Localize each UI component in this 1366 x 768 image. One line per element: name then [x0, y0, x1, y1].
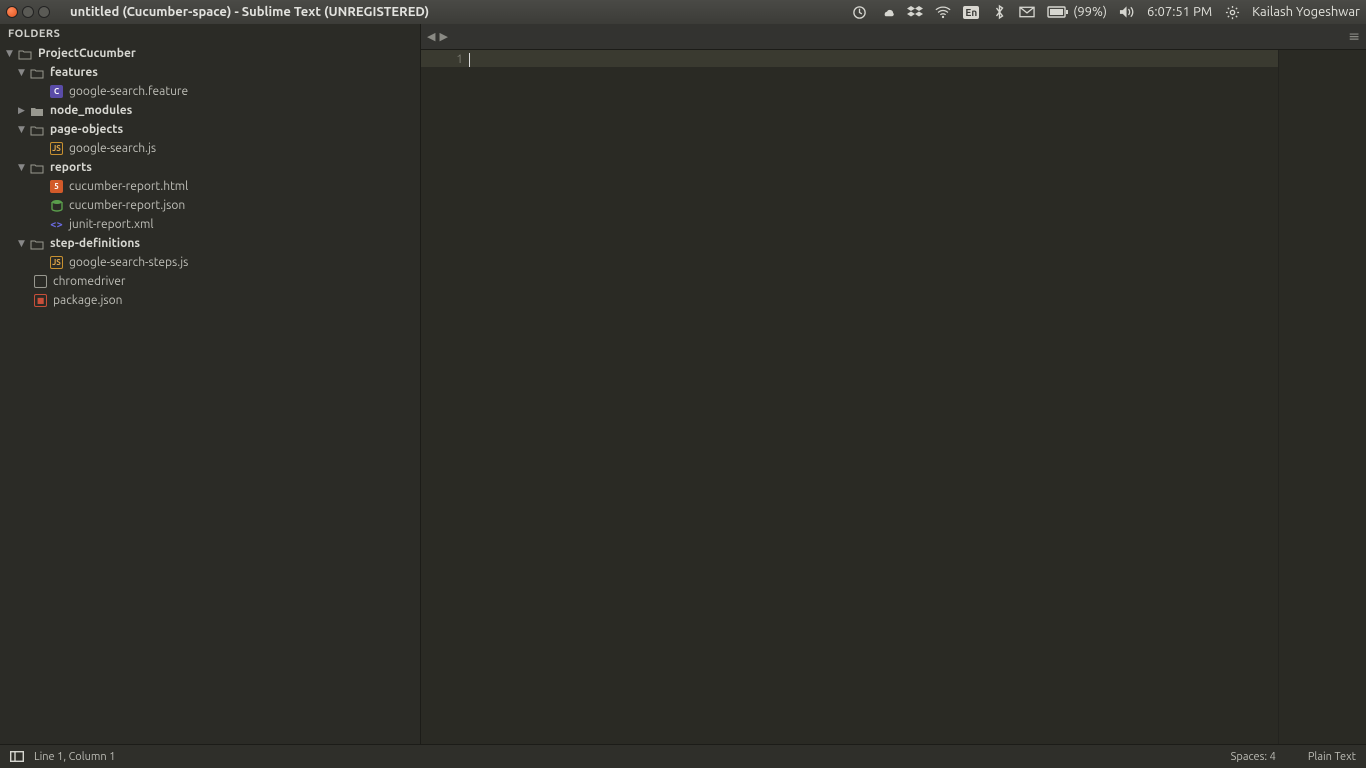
folder-icon — [30, 106, 44, 116]
folder-tree: ▼ ProjectCucumber ▼ features C google-se… — [0, 42, 420, 312]
cucumber-file-icon: C — [50, 85, 63, 98]
folder-open-icon — [30, 163, 44, 173]
tree-label: reports — [50, 161, 92, 174]
tree-label: cucumber-report.json — [69, 199, 185, 212]
chevron-down-icon: ▼ — [18, 67, 28, 78]
tree-label: ProjectCucumber — [38, 47, 136, 60]
line-gutter: 1 — [421, 50, 469, 744]
bluetooth-icon[interactable] — [991, 4, 1007, 20]
nav-forward-icon[interactable]: ▶ — [439, 30, 447, 43]
editor-pane: ◀ ▶ ≡ 1 — [421, 24, 1366, 744]
tree-label: cucumber-report.html — [69, 180, 188, 193]
mail-icon[interactable] — [1019, 4, 1035, 20]
sidebar-header: FOLDERS — [0, 24, 420, 42]
tree-file-js[interactable]: JS google-search-steps.js — [0, 253, 420, 272]
tab-menu-icon[interactable]: ≡ — [1348, 28, 1360, 45]
window-title: untitled (Cucumber-space) - Sublime Text… — [70, 5, 429, 19]
folder-open-icon — [30, 68, 44, 78]
chevron-down-icon: ▼ — [18, 162, 28, 173]
tree-file-chromedriver[interactable]: chromedriver — [0, 272, 420, 291]
tree-file-xml[interactable]: <> junit-report.xml — [0, 215, 420, 234]
chevron-right-icon: ▶ — [18, 105, 28, 116]
tree-file-html[interactable]: 5 cucumber-report.html — [0, 177, 420, 196]
battery-percent: (99%) — [1073, 5, 1107, 19]
keyboard-layout-indicator[interactable]: En — [963, 6, 979, 19]
clock-icon[interactable] — [851, 4, 867, 20]
status-bar: Line 1, Column 1 Spaces: 4 Plain Text — [0, 744, 1366, 768]
json-file-icon — [50, 199, 63, 212]
tree-label: package.json — [53, 294, 122, 307]
chevron-down-icon: ▼ — [18, 238, 28, 249]
close-window-button[interactable] — [6, 6, 18, 18]
status-indent[interactable]: Spaces: 4 — [1231, 751, 1276, 763]
user-name[interactable]: Kailash Yogeshwar — [1252, 5, 1360, 19]
tree-folder-page-objects[interactable]: ▼ page-objects — [0, 120, 420, 139]
minimize-window-button[interactable] — [22, 6, 34, 18]
chevron-down-icon: ▼ — [6, 48, 16, 59]
code-area[interactable]: 1 — [421, 50, 1366, 744]
tree-label: google-search.feature — [69, 85, 188, 98]
generic-file-icon — [34, 275, 47, 288]
tree-file-js[interactable]: JS google-search.js — [0, 139, 420, 158]
tree-label: chromedriver — [53, 275, 125, 288]
folder-open-icon — [18, 49, 32, 59]
tree-label: features — [50, 66, 98, 79]
weather-icon[interactable] — [879, 4, 895, 20]
tree-folder-project[interactable]: ▼ ProjectCucumber — [0, 44, 420, 63]
system-tray: En (99%) 6:07:51 PM Kailash Yogeshwar — [851, 4, 1360, 20]
tree-folder-node-modules[interactable]: ▶ node_modules — [0, 101, 420, 120]
tree-file-feature[interactable]: C google-search.feature — [0, 82, 420, 101]
tree-file-json[interactable]: cucumber-report.json — [0, 196, 420, 215]
tree-folder-features[interactable]: ▼ features — [0, 63, 420, 82]
html-file-icon: 5 — [50, 180, 63, 193]
minimap[interactable] — [1278, 50, 1366, 744]
tree-label: step-definitions — [50, 237, 140, 250]
text-cursor — [469, 53, 470, 67]
tree-label: junit-report.xml — [69, 218, 154, 231]
maximize-window-button[interactable] — [38, 6, 50, 18]
sidebar: FOLDERS ▼ ProjectCucumber ▼ features C g… — [0, 24, 421, 744]
tree-label: node_modules — [50, 104, 132, 117]
status-syntax[interactable]: Plain Text — [1308, 751, 1356, 763]
settings-gear-icon[interactable] — [1224, 4, 1240, 20]
status-position[interactable]: Line 1, Column 1 — [34, 751, 115, 763]
tab-strip: ◀ ▶ ≡ — [421, 24, 1366, 50]
js-file-icon: JS — [50, 256, 63, 269]
folder-open-icon — [30, 239, 44, 249]
main-window: FOLDERS ▼ ProjectCucumber ▼ features C g… — [0, 24, 1366, 744]
panel-switcher-icon[interactable] — [10, 751, 24, 762]
tree-label: page-objects — [50, 123, 123, 136]
tree-folder-step-definitions[interactable]: ▼ step-definitions — [0, 234, 420, 253]
tree-file-package-json[interactable]: ■ package.json — [0, 291, 420, 310]
chevron-down-icon: ▼ — [18, 124, 28, 135]
folder-open-icon — [30, 125, 44, 135]
code-text[interactable] — [469, 50, 1278, 744]
window-controls — [6, 6, 50, 18]
dropbox-icon[interactable] — [907, 4, 923, 20]
battery-indicator[interactable]: (99%) — [1047, 5, 1107, 19]
tree-label: google-search.js — [69, 142, 156, 155]
npm-file-icon: ■ — [34, 294, 47, 307]
tree-label: google-search-steps.js — [69, 256, 188, 269]
title-bar: untitled (Cucumber-space) - Sublime Text… — [0, 0, 1366, 24]
tree-folder-reports[interactable]: ▼ reports — [0, 158, 420, 177]
volume-icon[interactable] — [1119, 4, 1135, 20]
clock-time[interactable]: 6:07:51 PM — [1147, 5, 1212, 19]
nav-back-icon[interactable]: ◀ — [427, 30, 435, 43]
js-file-icon: JS — [50, 142, 63, 155]
wifi-icon[interactable] — [935, 4, 951, 20]
xml-file-icon: <> — [50, 218, 63, 231]
line-number: 1 — [456, 53, 463, 66]
